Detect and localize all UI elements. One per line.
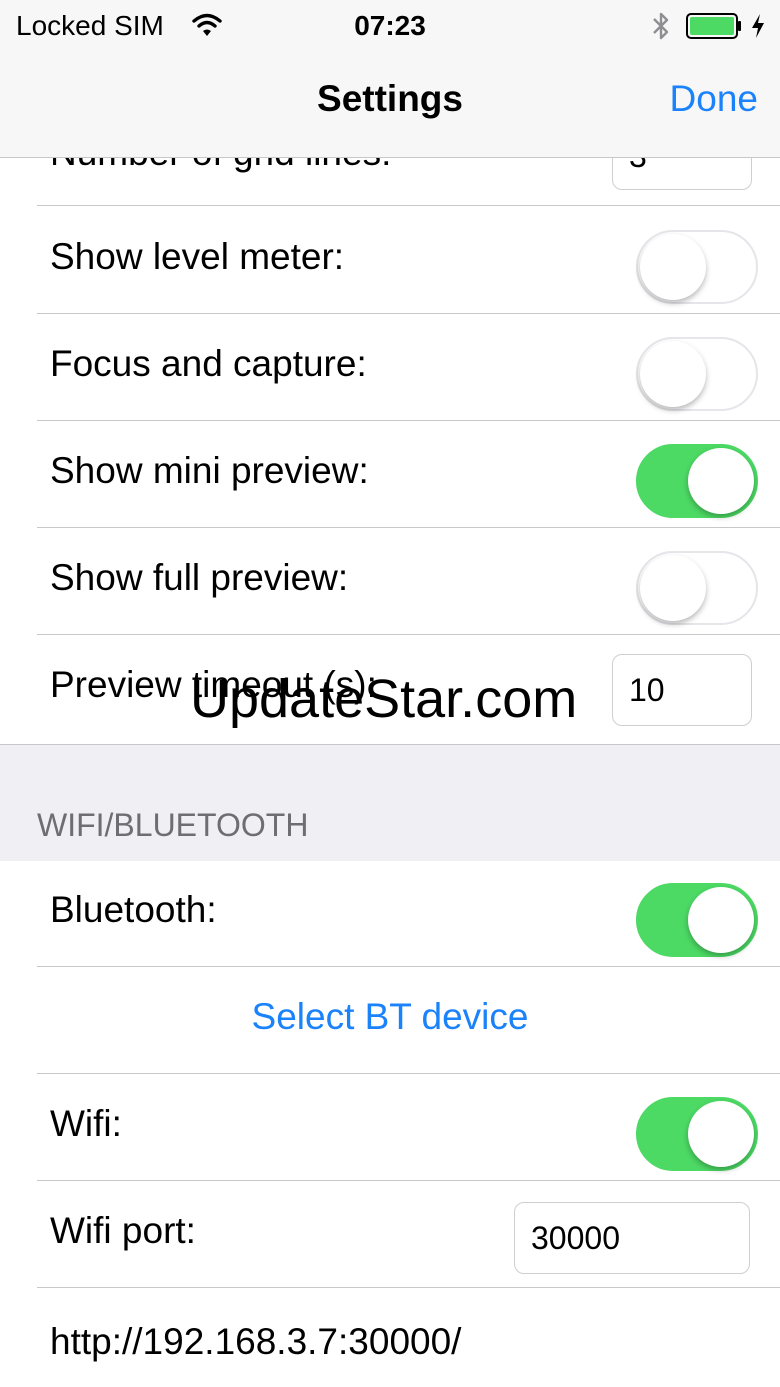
wifi-row: Wifi: bbox=[0, 1075, 780, 1181]
focus-capture-row: Focus and capture: bbox=[0, 315, 780, 421]
wifi-port-field[interactable]: 30000 bbox=[514, 1202, 750, 1274]
focus-capture-label: Focus and capture: bbox=[50, 343, 367, 384]
bluetooth-toggle[interactable] bbox=[636, 883, 758, 957]
wifi-port-label: Wifi port: bbox=[50, 1210, 196, 1251]
status-bar-overlay: Locked SIM 07:23 bbox=[0, 0, 780, 52]
toggle-knob bbox=[640, 341, 706, 407]
level-meter-row: Show level meter: bbox=[0, 208, 780, 314]
mini-preview-row: Show mini preview: bbox=[0, 422, 780, 528]
focus-capture-toggle[interactable] bbox=[636, 337, 758, 411]
bluetooth-label: Bluetooth: bbox=[50, 889, 217, 930]
section-header: WIFI/BLUETOOTH bbox=[37, 807, 309, 843]
battery-icon bbox=[686, 13, 741, 39]
charging-icon bbox=[752, 14, 764, 38]
toggle-knob bbox=[640, 234, 706, 300]
select-bt-device-button[interactable]: Select BT device bbox=[0, 996, 780, 1038]
toggle-knob bbox=[688, 448, 754, 514]
wifi-port-row: Wifi port: 30000 bbox=[0, 1182, 780, 1288]
level-meter-label: Show level meter: bbox=[50, 236, 345, 277]
level-meter-toggle[interactable] bbox=[636, 230, 758, 304]
mini-preview-toggle[interactable] bbox=[636, 444, 758, 518]
navigation-bar-overlay: Settings Done bbox=[0, 52, 780, 158]
full-preview-label: Show full preview: bbox=[50, 557, 349, 598]
bluetooth-icon bbox=[653, 12, 669, 40]
page-title-overlay: Settings bbox=[317, 78, 463, 119]
toggle-knob bbox=[688, 887, 754, 953]
section-header-area: WIFI/BLUETOOTH bbox=[0, 744, 780, 862]
done-button-overlay[interactable]: Done bbox=[670, 78, 758, 120]
url-row: http://192.168.3.7:30000/ bbox=[0, 1289, 780, 1387]
server-url: http://192.168.3.7:30000/ bbox=[50, 1321, 462, 1362]
bluetooth-row: Bluetooth: bbox=[0, 861, 780, 967]
preview-timeout-label: Preview timeout (s): bbox=[50, 664, 377, 705]
preview-timeout-field[interactable]: 10 bbox=[612, 654, 752, 726]
full-preview-row: Show full preview: bbox=[0, 529, 780, 635]
full-preview-toggle[interactable] bbox=[636, 551, 758, 625]
toggle-knob bbox=[688, 1101, 754, 1167]
select-bt-row: Select BT device bbox=[0, 968, 780, 1074]
preview-timeout-row: Preview timeout (s): 10 bbox=[0, 636, 780, 744]
toggle-knob bbox=[640, 555, 706, 621]
mini-preview-label: Show mini preview: bbox=[50, 450, 369, 491]
wifi-toggle[interactable] bbox=[636, 1097, 758, 1171]
wifi-label: Wifi: bbox=[50, 1103, 122, 1144]
